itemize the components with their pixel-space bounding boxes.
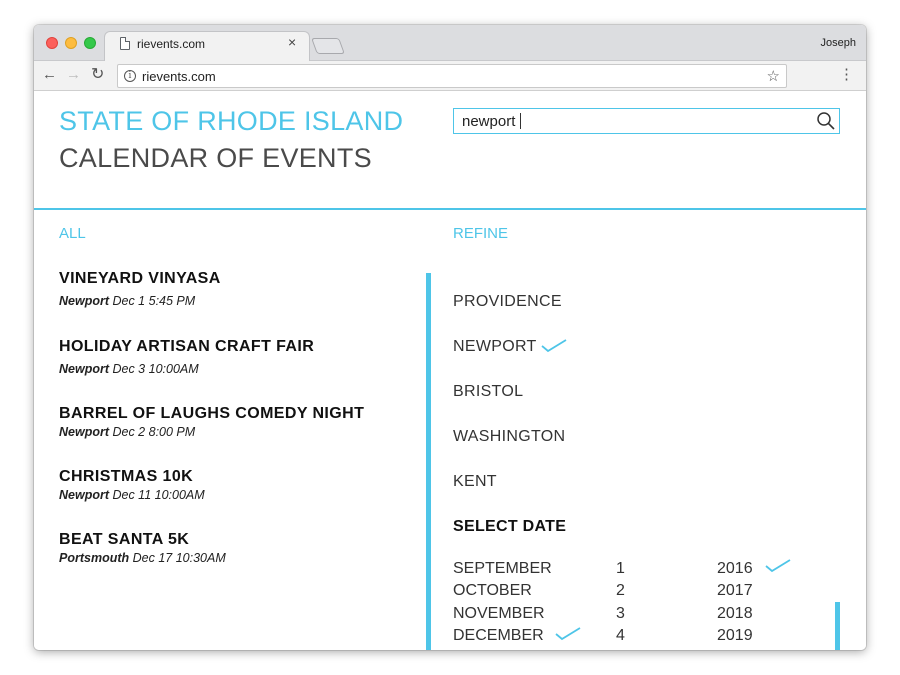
- site-title-state: STATE OF RHODE ISLAND: [59, 106, 404, 136]
- check-icon: [541, 339, 567, 353]
- info-icon[interactable]: i: [124, 70, 136, 82]
- region-washington[interactable]: WASHINGTON: [453, 428, 565, 446]
- event-meta: Newport Dec 11 10:00AM: [59, 488, 205, 502]
- event-time: 10:30AM: [175, 551, 226, 565]
- event-location: Newport: [59, 362, 109, 376]
- address-url[interactable]: rievents.com: [142, 69, 216, 84]
- month-option[interactable]: SEPTEMBER: [453, 560, 552, 578]
- title-bar: rievents.com × Joseph: [34, 25, 866, 62]
- tab-title[interactable]: rievents.com: [137, 37, 205, 51]
- event-item[interactable]: BARREL OF LAUGHS COMEDY NIGHT Newport De…: [59, 405, 364, 439]
- check-icon: [555, 627, 581, 641]
- address-bar[interactable]: i rievents.com ☆: [117, 64, 787, 88]
- browser-window: rievents.com × Joseph ← → ↻ i rievents.c…: [34, 25, 866, 650]
- event-title[interactable]: HOLIDAY ARTISAN CRAFT FAIR: [59, 338, 314, 356]
- month-option[interactable]: OCTOBER: [453, 582, 532, 600]
- filter-all-link[interactable]: ALL: [59, 225, 86, 242]
- text-cursor: [520, 113, 521, 129]
- search-icon[interactable]: [816, 111, 836, 131]
- event-date: Dec 2: [112, 425, 146, 439]
- new-tab-button[interactable]: [311, 38, 345, 54]
- event-date: Dec 3: [112, 362, 146, 376]
- year-option[interactable]: 2018: [717, 605, 753, 623]
- day-option[interactable]: 1: [616, 560, 625, 578]
- year-option[interactable]: 2019: [717, 627, 753, 645]
- page-content: STATE OF RHODE ISLAND CALENDAR OF EVENTS…: [34, 92, 866, 650]
- event-location: Newport: [59, 294, 109, 308]
- reload-icon[interactable]: ↻: [91, 66, 104, 84]
- select-date-heading: SELECT DATE: [453, 518, 567, 535]
- forward-arrow-icon[interactable]: →: [66, 66, 81, 84]
- event-item[interactable]: VINEYARD VINYASA Newport Dec 1 5:45 PM: [59, 270, 221, 308]
- event-item[interactable]: BEAT SANTA 5K Portsmouth Dec 17 10:30AM: [59, 531, 226, 565]
- year-option[interactable]: 2016: [717, 560, 753, 578]
- event-title[interactable]: VINEYARD VINYASA: [59, 270, 221, 288]
- event-time: 8:00 PM: [148, 425, 196, 439]
- menu-icon[interactable]: ⋮: [839, 66, 854, 84]
- event-title[interactable]: BEAT SANTA 5K: [59, 531, 226, 549]
- event-date: Dec 11: [112, 488, 152, 502]
- document-icon: [120, 37, 130, 50]
- window-maximize-button[interactable]: [84, 37, 96, 49]
- day-option[interactable]: 4: [616, 627, 625, 645]
- region-bristol[interactable]: BRISTOL: [453, 383, 523, 401]
- event-meta: Newport Dec 1 5:45 PM: [59, 294, 221, 308]
- region-newport[interactable]: NEWPORT: [453, 338, 537, 356]
- search-box[interactable]: [453, 108, 840, 134]
- month-option[interactable]: NOVEMBER: [453, 605, 545, 623]
- profile-name[interactable]: Joseph: [821, 37, 856, 49]
- event-location: Portsmouth: [59, 551, 130, 565]
- day-option[interactable]: 2: [616, 582, 625, 600]
- event-title[interactable]: CHRISTMAS 10K: [59, 468, 205, 486]
- event-item[interactable]: HOLIDAY ARTISAN CRAFT FAIR Newport Dec 3…: [59, 338, 314, 376]
- event-date: Dec 17: [132, 551, 173, 565]
- window-close-button[interactable]: [46, 37, 58, 49]
- region-providence[interactable]: PROVIDENCE: [453, 293, 562, 311]
- check-icon: [765, 559, 791, 573]
- browser-tab[interactable]: [104, 31, 310, 62]
- browser-toolbar: ← → ↻ i rievents.com ☆ ⋮: [34, 61, 866, 91]
- event-time: 10:00AM: [148, 362, 199, 376]
- event-item[interactable]: CHRISTMAS 10K Newport Dec 11 10:00AM: [59, 468, 205, 502]
- star-icon[interactable]: ☆: [767, 67, 780, 85]
- header-divider: [34, 208, 866, 210]
- day-option[interactable]: 3: [616, 605, 625, 623]
- event-title[interactable]: BARREL OF LAUGHS COMEDY NIGHT: [59, 405, 364, 423]
- month-option[interactable]: DECEMBER: [453, 627, 544, 645]
- event-location: Newport: [59, 425, 109, 439]
- event-location: Newport: [59, 488, 109, 502]
- region-kent[interactable]: KENT: [453, 473, 497, 491]
- window-minimize-button[interactable]: [65, 37, 77, 49]
- event-date: Dec 1: [112, 294, 146, 308]
- search-input[interactable]: [462, 112, 802, 130]
- tab-close-icon[interactable]: ×: [288, 35, 296, 49]
- year-option[interactable]: 2017: [717, 582, 753, 600]
- date-scroll-indicator[interactable]: [835, 602, 840, 650]
- back-arrow-icon[interactable]: ←: [42, 66, 57, 84]
- list-scroll-indicator[interactable]: [426, 273, 431, 650]
- event-time: 10:00AM: [154, 488, 205, 502]
- site-title-calendar: CALENDAR OF EVENTS: [59, 143, 372, 173]
- event-meta: Portsmouth Dec 17 10:30AM: [59, 551, 226, 565]
- event-meta: Newport Dec 2 8:00 PM: [59, 425, 364, 439]
- event-time: 5:45 PM: [148, 294, 196, 308]
- event-meta: Newport Dec 3 10:00AM: [59, 362, 314, 376]
- refine-label: REFINE: [453, 225, 509, 242]
